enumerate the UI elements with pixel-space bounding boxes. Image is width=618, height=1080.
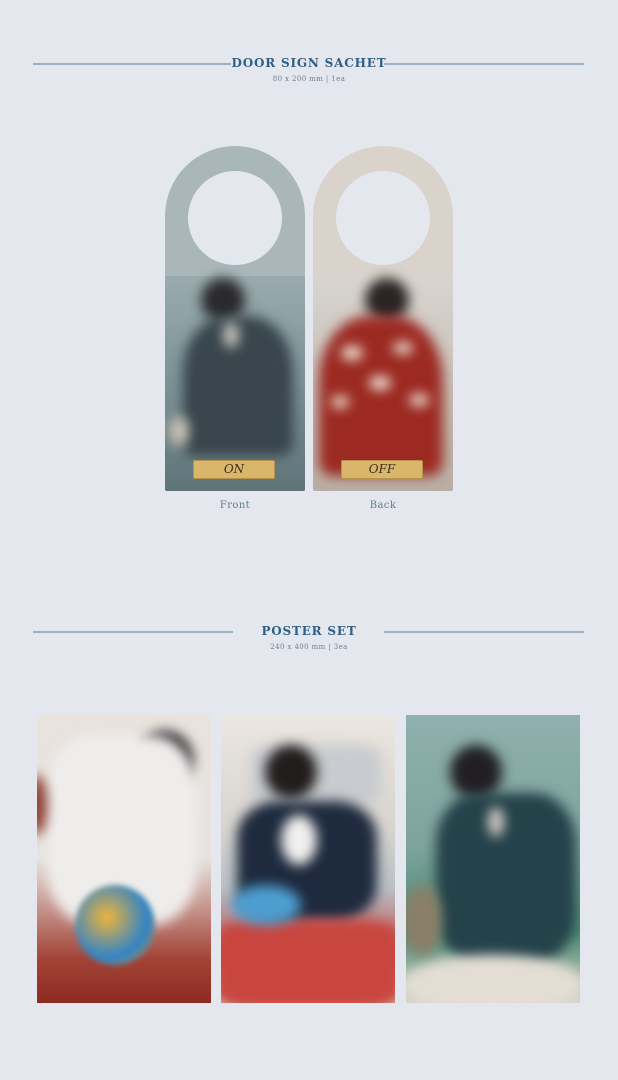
photo-pattern-spot	[341, 346, 363, 360]
poster-2	[221, 715, 395, 1003]
door-hanger-back: OFF	[313, 146, 453, 491]
front-caption: Front	[219, 500, 251, 511]
section-spec: 80 x 200 mm | 1ea	[272, 75, 346, 83]
door-hanger-front: ON	[165, 146, 305, 491]
poster-figure-head	[265, 745, 317, 799]
photo-pattern-spot	[393, 342, 413, 354]
photo-desk-item	[169, 416, 189, 446]
poster-figure-body	[436, 793, 576, 963]
poster-desk	[406, 955, 580, 1003]
back-photo	[313, 276, 453, 491]
photo-pattern-spot	[369, 376, 391, 390]
hanger-hole	[188, 171, 282, 265]
poster-figure-head	[450, 745, 502, 799]
off-tag: OFF	[341, 460, 423, 479]
front-photo	[165, 276, 305, 491]
poster-3	[406, 715, 580, 1003]
photo-figure-shirt	[223, 322, 239, 348]
poster-figure-shirt	[488, 807, 504, 837]
on-tag: ON	[193, 460, 275, 479]
photo-pattern-spot	[331, 396, 349, 408]
section-spec: 240 x 400 mm | 3ea	[270, 643, 348, 651]
section-title: DOOR SIGN SACHET	[231, 56, 387, 70]
hanger-hole	[336, 171, 430, 265]
poster-blanket	[221, 920, 395, 1003]
back-caption: Back	[369, 500, 397, 511]
poster-chair	[406, 885, 442, 955]
poster-1	[37, 715, 211, 1003]
poster-figure-shirt	[281, 815, 317, 865]
poster-side-shadow	[37, 775, 47, 835]
poster-cushion	[231, 885, 301, 925]
section-title: POSTER SET	[261, 624, 357, 638]
poster-ball	[75, 885, 155, 965]
photo-pattern-spot	[409, 394, 429, 406]
